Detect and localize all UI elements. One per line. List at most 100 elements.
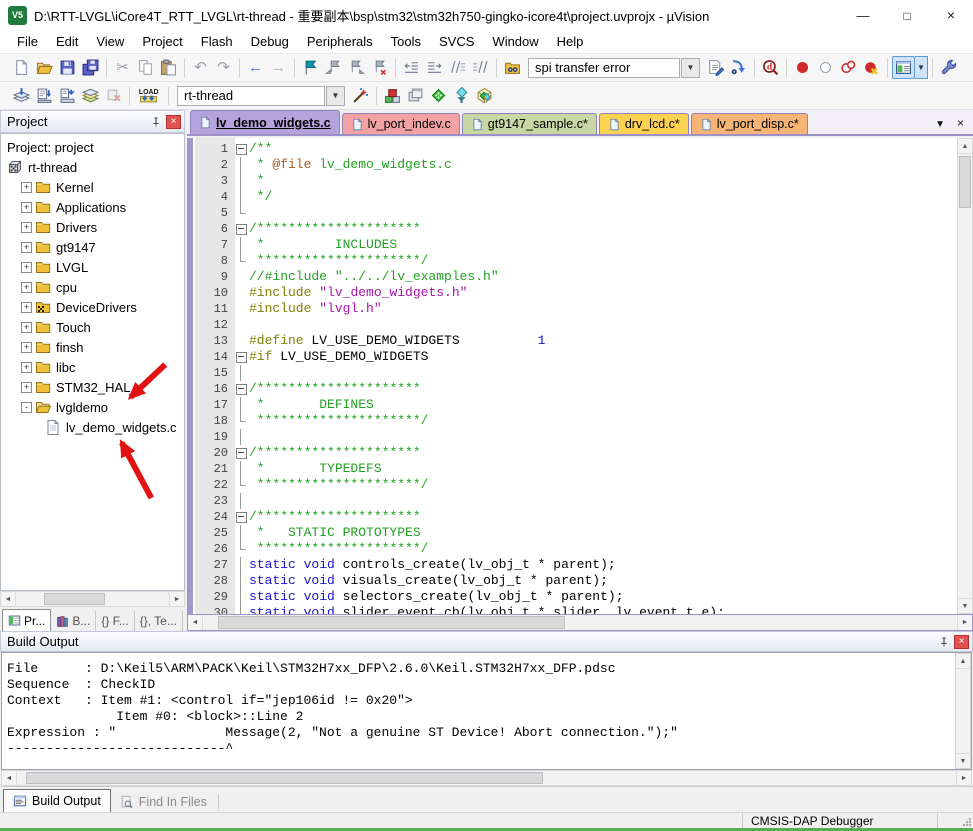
build-output-horizontal-scrollbar[interactable]: ◄ ► <box>1 770 972 786</box>
menu-project[interactable]: Project <box>133 31 191 52</box>
search-combo[interactable]: spi transfer error <box>528 58 680 78</box>
scroll-up-icon[interactable]: ▲ <box>956 654 970 669</box>
find-doc-icon[interactable] <box>704 56 727 79</box>
windows-config-icon[interactable] <box>892 56 915 79</box>
expand-icon[interactable]: + <box>21 342 32 353</box>
tree-item-lvgl[interactable]: +LVGL <box>1 257 184 277</box>
editor-horizontal-scrollbar[interactable]: ◄ ► <box>187 614 973 631</box>
scroll-down-icon[interactable]: ▼ <box>956 753 970 768</box>
fold-start-icon[interactable] <box>235 141 249 157</box>
copy-icon[interactable] <box>134 56 157 79</box>
tree-item-devicedrivers[interactable]: +DeviceDrivers <box>1 297 184 317</box>
undo-icon[interactable]: ↶ <box>189 56 212 79</box>
load-icon[interactable]: LOAD <box>134 84 164 107</box>
expand-icon[interactable]: + <box>21 222 32 233</box>
pin-icon[interactable] <box>148 114 163 129</box>
pin-icon[interactable] <box>936 634 951 649</box>
expand-icon[interactable]: + <box>21 282 32 293</box>
editor-tab-gt9147-sample-c-[interactable]: gt9147_sample.c* <box>462 113 597 134</box>
debug-diamond-icon[interactable] <box>427 84 450 107</box>
build-output-vertical-scrollbar[interactable]: ▲ ▼ <box>955 653 971 769</box>
redo-icon[interactable]: ↷ <box>212 56 235 79</box>
maximize-button[interactable]: □ <box>885 0 929 30</box>
editor-vertical-scrollbar[interactable]: ▲ ▼ <box>957 138 973 614</box>
fold-start-icon[interactable] <box>235 445 249 461</box>
tree-item-touch[interactable]: +Touch <box>1 317 184 337</box>
expand-icon[interactable]: + <box>21 302 32 313</box>
fold-start-icon[interactable] <box>235 349 249 365</box>
incremental-find-icon[interactable] <box>727 56 750 79</box>
menu-view[interactable]: View <box>87 31 133 52</box>
expand-icon[interactable]: + <box>21 182 32 193</box>
comment-box-icon[interactable] <box>446 56 469 79</box>
panel-tab-b[interactable]: B... <box>51 611 96 631</box>
build-output-log[interactable]: File : D:\Keil5\ARM\PACK\Keil\STM32H7xx_… <box>1 652 972 770</box>
tree-item-kernel[interactable]: +Kernel <box>1 177 184 197</box>
menu-window[interactable]: Window <box>483 31 547 52</box>
bottom-tab-build-output[interactable]: Build Output <box>3 789 111 812</box>
flash-cube-icon[interactable] <box>381 84 404 107</box>
find-folder-icon[interactable] <box>501 56 524 79</box>
scroll-right-icon[interactable]: ► <box>956 771 971 785</box>
filter-diamond-icon[interactable] <box>450 84 473 107</box>
combo-dropdown-icon[interactable]: ▼ <box>326 86 345 106</box>
editor-tab-drv-lcd-c-[interactable]: drv_lcd.c* <box>599 113 689 134</box>
editor-tab-lv-port-disp-c-[interactable]: lv_port_disp.c* <box>691 113 808 134</box>
fold-start-icon[interactable] <box>235 381 249 397</box>
menu-tools[interactable]: Tools <box>382 31 430 52</box>
tree-item-stm32-hal[interactable]: +STM32_HAL <box>1 377 184 397</box>
open-file-icon[interactable] <box>33 56 56 79</box>
scroll-left-icon[interactable]: ◄ <box>2 771 17 785</box>
menu-peripherals[interactable]: Peripherals <box>298 31 382 52</box>
menu-file[interactable]: File <box>8 31 47 52</box>
bp-kill-icon[interactable] <box>860 56 883 79</box>
expand-icon[interactable]: + <box>21 242 32 253</box>
bookmark-clear-icon[interactable] <box>368 56 391 79</box>
collapse-icon[interactable]: - <box>21 402 32 413</box>
tree-item-lv-demo-widgets-c[interactable]: lv_demo_widgets.c <box>1 417 184 437</box>
translate-icon[interactable] <box>10 84 33 107</box>
nav-forward-icon[interactable]: → <box>267 56 290 79</box>
uncomment-box-icon[interactable] <box>469 56 492 79</box>
bookmark-prev-icon[interactable] <box>322 56 345 79</box>
pack-installer-icon[interactable] <box>473 84 496 107</box>
panel-tab-te[interactable]: {}, Te... <box>135 611 183 631</box>
project-tree[interactable]: Project: projectrt-thread+Kernel+Applica… <box>0 133 185 591</box>
resize-grip[interactable] <box>959 813 973 828</box>
build-icon[interactable] <box>33 84 56 107</box>
expand-icon[interactable]: + <box>21 262 32 273</box>
windows-config-dropdown-icon[interactable]: ▼ <box>915 56 928 79</box>
bp-enable-icon[interactable] <box>814 56 837 79</box>
target-select[interactable]: rt-thread <box>177 86 325 106</box>
editor-tab-lv-port-indev-c[interactable]: lv_port_indev.c <box>342 113 460 134</box>
minimize-button[interactable]: — <box>841 0 885 30</box>
panel-tab-pr[interactable]: Pr... <box>2 609 51 631</box>
tree-item-lvgldemo[interactable]: -lvgldemo <box>1 397 184 417</box>
scroll-right-icon[interactable]: ► <box>957 615 972 630</box>
close-panel-icon[interactable]: × <box>954 635 969 649</box>
close-button[interactable]: × <box>929 0 973 30</box>
scroll-right-icon[interactable]: ► <box>169 592 184 606</box>
scroll-down-icon[interactable]: ▼ <box>958 598 972 613</box>
tree-item-rt-thread[interactable]: rt-thread <box>1 157 184 177</box>
scroll-left-icon[interactable]: ◄ <box>1 592 16 606</box>
expand-icon[interactable]: + <box>21 322 32 333</box>
expand-icon[interactable]: + <box>21 202 32 213</box>
tree-item-drivers[interactable]: +Drivers <box>1 217 184 237</box>
indent-icon[interactable] <box>423 56 446 79</box>
fold-start-icon[interactable] <box>235 509 249 525</box>
manage-windows-icon[interactable] <box>404 84 427 107</box>
editor-body[interactable]: 1/**2 * @file lv_demo_widgets.c3 *4 */56… <box>187 138 973 614</box>
tree-item-project-project[interactable]: Project: project <box>1 137 184 157</box>
bottom-tab-find-in-files[interactable]: Find In Files <box>111 791 216 812</box>
project-horizontal-scrollbar[interactable]: ◄ ► <box>0 591 185 607</box>
wrench-icon[interactable] <box>937 56 960 79</box>
cut-icon[interactable]: ✂ <box>111 56 134 79</box>
nav-back-icon[interactable]: ← <box>244 56 267 79</box>
editor-tab-lv-demo-widgets-c[interactable]: lv_demo_widgets.c <box>190 110 340 134</box>
close-panel-icon[interactable]: × <box>166 115 181 129</box>
tree-item-finsh[interactable]: +finsh <box>1 337 184 357</box>
find-d-icon[interactable]: d <box>759 56 782 79</box>
menu-edit[interactable]: Edit <box>47 31 87 52</box>
tree-item-gt9147[interactable]: +gt9147 <box>1 237 184 257</box>
